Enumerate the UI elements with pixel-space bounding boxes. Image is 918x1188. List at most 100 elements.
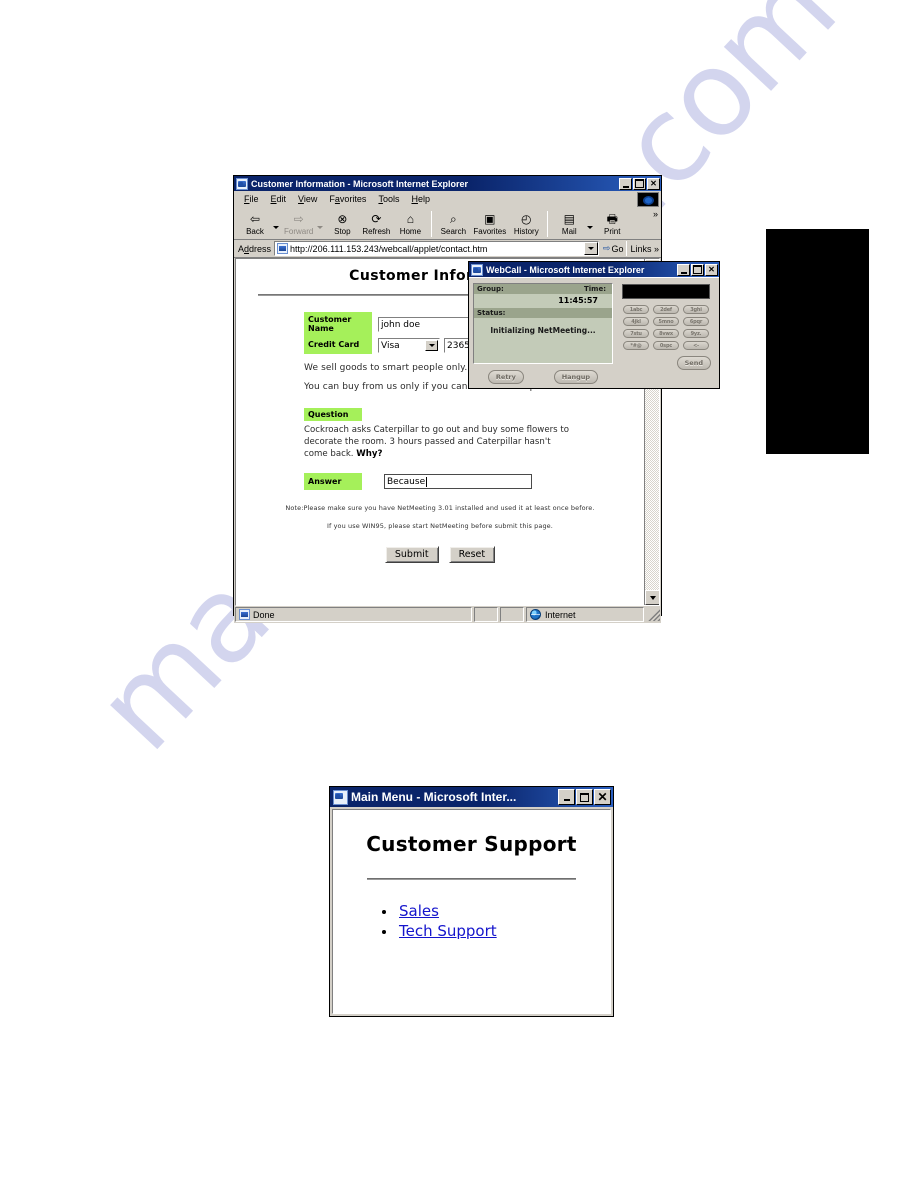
toolbar-back-button[interactable]: ⇦ Back — [238, 209, 272, 237]
keypad-key[interactable]: 6pqr — [683, 317, 709, 326]
forward-dropdown-icon[interactable] — [317, 226, 324, 229]
minimize-button[interactable] — [619, 177, 632, 190]
security-zone-label: Internet — [545, 609, 576, 620]
webcall-close-button[interactable]: ✕ — [705, 263, 718, 276]
menu-item-tools[interactable]: Tools — [372, 193, 405, 205]
address-dropdown-icon[interactable] — [583, 242, 598, 255]
toolbar-mail-button[interactable]: ▤ Mail — [552, 209, 586, 237]
toolbar-print-button[interactable]: 🖶 Print — [595, 209, 629, 237]
status-message: Done — [253, 609, 275, 620]
question-body: Cockroach asks Caterpillar to go out and… — [304, 425, 569, 459]
reset-button[interactable]: Reset — [448, 546, 496, 564]
forward-arrow-icon: ⇨ — [293, 211, 304, 226]
favorites-icon: ▣ — [484, 211, 496, 226]
keypad-key[interactable]: 3ghi — [683, 305, 709, 314]
list-item: Tech Support — [382, 922, 596, 941]
menu-item-view[interactable]: View — [292, 193, 323, 205]
note-line-2: If you use WIN95, please start NetMeetin… — [327, 522, 553, 531]
toolbar-history-button[interactable]: ◴ History — [509, 209, 543, 237]
browser-toolbar: ⇦ Back ⇨ Forward ⊗ Stop ⟳ Refresh ⌂ Home — [234, 208, 661, 240]
keypad-key[interactable]: 5mno — [653, 317, 679, 326]
question-label: Question — [304, 408, 362, 422]
answer-value: Because — [387, 476, 426, 487]
back-arrow-icon: ⇦ — [249, 211, 261, 226]
keypad-key[interactable]: *#@ — [623, 341, 649, 350]
page-done-icon — [239, 609, 250, 620]
toolbar-home-button[interactable]: ⌂ Home — [393, 209, 427, 237]
main-menu-minimize-button[interactable] — [558, 789, 575, 805]
links-button[interactable]: Links » — [630, 244, 659, 254]
search-icon: ⌕ — [449, 211, 457, 226]
webcall-keypad-column: 1abc 2def 3ghi 4jkl 5mno 6pqr 7stu 8vwx … — [617, 283, 715, 384]
customer-name-label: Customer Name — [304, 312, 372, 338]
main-menu-link-list: Sales Tech Support — [382, 902, 596, 941]
toolbar-favorites-button[interactable]: ▣ Favorites — [470, 209, 509, 237]
menu-item-file[interactable]: FFileile — [238, 193, 265, 205]
main-menu-divider — [367, 878, 576, 880]
browser-status-bar: Done Internet — [234, 606, 661, 623]
keypad-key[interactable]: 1abc — [623, 305, 649, 314]
page-icon — [277, 243, 289, 254]
mail-icon: ▤ — [563, 211, 575, 226]
close-icon: ✕ — [597, 790, 608, 804]
answer-input[interactable]: Because — [384, 474, 532, 490]
toolbar-forward-button[interactable]: ⇨ Forward — [281, 209, 316, 237]
form-button-row: Submit Reset — [236, 546, 644, 564]
keypad-key[interactable]: 8vwx — [653, 329, 679, 338]
address-input[interactable]: http://206.111.153.243/webcall/applet/co… — [274, 241, 599, 256]
scroll-down-button[interactable] — [645, 590, 659, 605]
toolbar-refresh-button[interactable]: ⟳ Refresh — [359, 209, 393, 237]
keypad-key[interactable]: 9yz. — [683, 329, 709, 338]
toolbar-stop-button[interactable]: ⊗ Stop — [325, 209, 359, 237]
dialer-keypad: 1abc 2def 3ghi 4jkl 5mno 6pqr 7stu 8vwx … — [623, 305, 709, 350]
toolbar-overflow-chevron-icon[interactable]: » — [653, 209, 658, 219]
menu-item-favorites[interactable]: Favorites — [323, 193, 372, 205]
webcall-title: WebCall - Microsoft Internet Explorer — [486, 264, 645, 275]
browser-window-controls: ✕ — [619, 177, 660, 190]
back-dropdown-icon[interactable] — [273, 226, 279, 229]
keypad-key[interactable]: 7stu — [623, 329, 649, 338]
keypad-key[interactable]: 0spc — [653, 341, 679, 350]
keypad-key[interactable]: 2def — [653, 305, 679, 314]
links-overflow-icon: » — [653, 243, 659, 254]
go-icon: ⇨ — [602, 243, 611, 253]
send-button[interactable]: Send — [676, 356, 711, 370]
address-value: http://206.111.153.243/webcall/applet/co… — [290, 243, 488, 254]
menu-item-help[interactable]: Help — [405, 193, 436, 205]
webcall-window: WebCall - Microsoft Internet Explorer ✕ … — [468, 261, 720, 389]
browser-address-bar: Address http://206.111.153.243/webcall/a… — [234, 240, 661, 258]
close-button[interactable]: ✕ — [647, 177, 660, 190]
keypad-key[interactable]: <- — [683, 341, 709, 350]
go-button[interactable]: ⇨ Go — [603, 243, 624, 254]
chevron-down-icon[interactable] — [425, 340, 438, 352]
main-menu-titlebar[interactable]: Main Menu - Microsoft Inter... ✕ — [330, 787, 613, 807]
credit-card-label: Credit Card — [304, 337, 372, 355]
link-tech-support[interactable]: Tech Support — [399, 922, 497, 940]
toolbar-search-button[interactable]: ⌕ Search — [436, 209, 470, 237]
answer-row: Answer Because — [304, 473, 644, 491]
keypad-key[interactable]: 4jkl — [623, 317, 649, 326]
submit-button[interactable]: Submit — [384, 546, 439, 564]
hangup-button[interactable]: Hangup — [553, 370, 599, 384]
webcall-group-time-header: Group: Time: — [474, 284, 612, 294]
webcall-titlebar[interactable]: WebCall - Microsoft Internet Explorer ✕ — [469, 262, 719, 277]
main-menu-close-button[interactable]: ✕ — [594, 789, 611, 805]
webcall-maximize-button[interactable] — [691, 263, 704, 276]
toolbar-separator — [431, 211, 433, 237]
resize-grip-icon[interactable] — [648, 608, 660, 621]
ie-logo-icon — [333, 789, 348, 805]
main-menu-maximize-button[interactable] — [576, 789, 593, 805]
webcall-minimize-button[interactable] — [677, 263, 690, 276]
address-separator — [626, 241, 628, 256]
credit-card-type-select[interactable]: Visa — [378, 338, 440, 354]
ie-logo-icon — [236, 177, 248, 190]
link-sales[interactable]: Sales — [399, 902, 439, 920]
stop-icon: ⊗ — [337, 211, 348, 226]
retry-button[interactable]: Retry — [487, 370, 524, 384]
note-line-1: Note:Please make sure you have NetMeetin… — [285, 504, 595, 513]
maximize-button[interactable] — [633, 177, 646, 190]
mail-dropdown-icon[interactable] — [587, 226, 594, 229]
group-label: Group: — [477, 285, 504, 293]
browser-titlebar[interactable]: Customer Information - Microsoft Interne… — [234, 176, 661, 191]
menu-item-edit[interactable]: Edit — [265, 193, 293, 205]
